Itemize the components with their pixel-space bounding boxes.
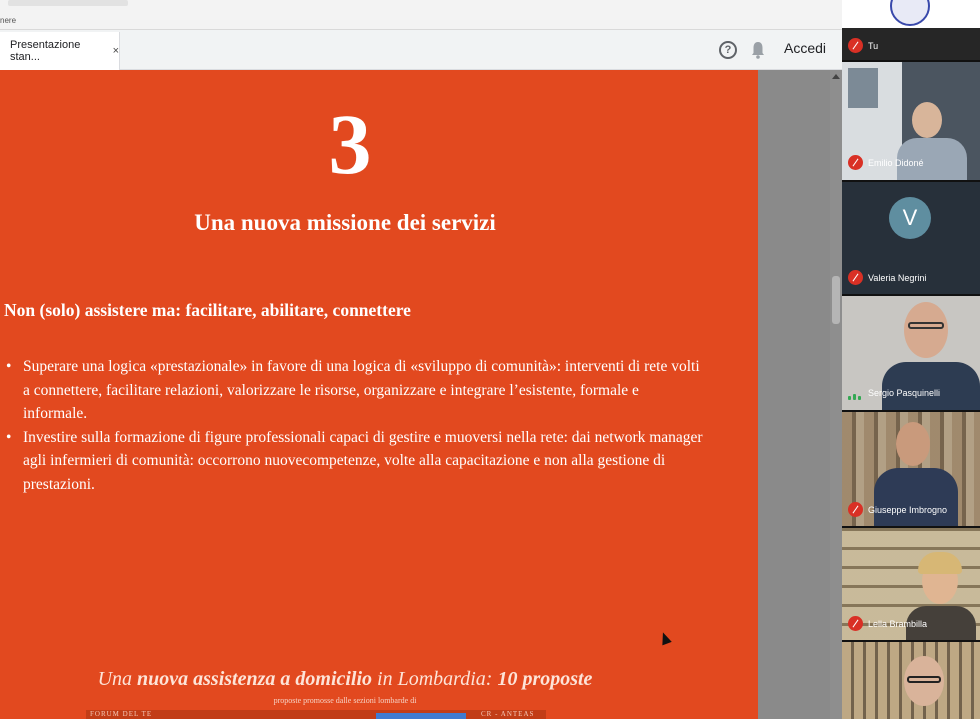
- person-head: [896, 422, 930, 466]
- participant-tile[interactable]: Giuseppe Imbrogno: [842, 412, 980, 528]
- mic-off-icon: [848, 270, 863, 285]
- screen: nere Presentazione stan... × ? Accedi 3 …: [0, 0, 980, 719]
- avatar: [890, 0, 930, 26]
- bullet-list: Superare una logica «prestazionale» in f…: [6, 355, 706, 496]
- participant-tile[interactable]: V Valeria Negrini: [842, 182, 980, 296]
- footer-logo-bar: [376, 713, 466, 719]
- scrollbar[interactable]: [830, 70, 842, 719]
- footer-text-bold: nuova assistenza a domicilio: [137, 668, 373, 690]
- mic-off-icon: [848, 502, 863, 517]
- mouse-cursor-icon: [658, 630, 672, 646]
- slide-footer-logos: FORUM DEL TE CR - ANTEAS: [86, 710, 546, 719]
- bullet-item: Superare una logica «prestazionale» in f…: [6, 355, 706, 426]
- participant-name: Valeria Negrini: [868, 273, 927, 283]
- signin-button[interactable]: Accedi: [784, 40, 826, 56]
- slide-viewer: 3 Una nuova missione dei servizi Non (so…: [0, 70, 842, 719]
- slide-footer-subtitle: proposte promosse dalle sezioni lombarde…: [273, 696, 417, 705]
- participant-name: Tu: [868, 41, 879, 51]
- participant-tile[interactable]: Emilio Didoné: [842, 62, 980, 182]
- browser-top-strip: nere: [0, 0, 842, 30]
- slide-title: Una nuova missione dei servizi: [194, 210, 496, 235]
- participants-panel: Tu Emilio Didoné V Valeria Negrini Sergi…: [842, 0, 980, 719]
- slide: 3 Una nuova missione dei servizi Non (so…: [0, 70, 758, 719]
- menu-text[interactable]: nere: [0, 16, 16, 25]
- footer-logo-right: CR - ANTEAS: [481, 710, 535, 718]
- avatar: V: [889, 197, 931, 239]
- participant-name: Sergio Pasquinelli: [868, 388, 941, 398]
- person-glasses: [907, 676, 941, 683]
- tab-presentation[interactable]: Presentazione stan... ×: [0, 32, 120, 70]
- help-circle-icon[interactable]: ?: [719, 41, 737, 59]
- participant-tile-self[interactable]: Tu: [842, 0, 980, 62]
- person-body: [874, 468, 958, 526]
- bell-icon[interactable]: [751, 41, 765, 59]
- person-head: [904, 302, 948, 358]
- footer-text: in Lombardia:: [372, 668, 498, 690]
- tab-title: Presentazione stan...: [10, 39, 81, 63]
- person-body: [882, 362, 980, 410]
- footer-text: Una: [97, 668, 138, 690]
- slide-footer-title: Una nuova assistenza a domicilio in Lomb…: [0, 668, 690, 691]
- close-icon[interactable]: ×: [113, 45, 119, 57]
- speaking-icon: [848, 389, 863, 400]
- mic-off-icon: [848, 38, 863, 53]
- bullet-item: Investire sulla formazione di figure pro…: [6, 426, 706, 497]
- participant-name: Giuseppe Imbrogno: [868, 505, 948, 515]
- video-background: [848, 68, 878, 108]
- tab-bar: Presentazione stan... × ? Accedi: [0, 30, 842, 70]
- scrollbar-thumb[interactable]: [832, 276, 840, 324]
- participant-tile[interactable]: Sergio Pasquinelli: [842, 296, 980, 412]
- participant-tile[interactable]: [842, 642, 980, 719]
- slide-subtitle: Non (solo) assistere ma: facilitare, abi…: [4, 300, 411, 320]
- participant-name: Emilio Didoné: [868, 158, 924, 168]
- scroll-up-icon[interactable]: [832, 74, 840, 79]
- footer-logo-left: FORUM DEL TE: [90, 710, 153, 718]
- footer-text-bold: 10 proposte: [497, 668, 593, 690]
- person-head: [912, 102, 942, 138]
- participant-name: Lella Brambilla: [868, 619, 928, 629]
- person-glasses: [908, 322, 944, 329]
- window-title-placeholder: [8, 0, 128, 6]
- mic-off-icon: [848, 616, 863, 631]
- slide-number: 3: [328, 96, 372, 192]
- participant-tile[interactable]: Lella Brambilla: [842, 528, 980, 642]
- mic-off-icon: [848, 155, 863, 170]
